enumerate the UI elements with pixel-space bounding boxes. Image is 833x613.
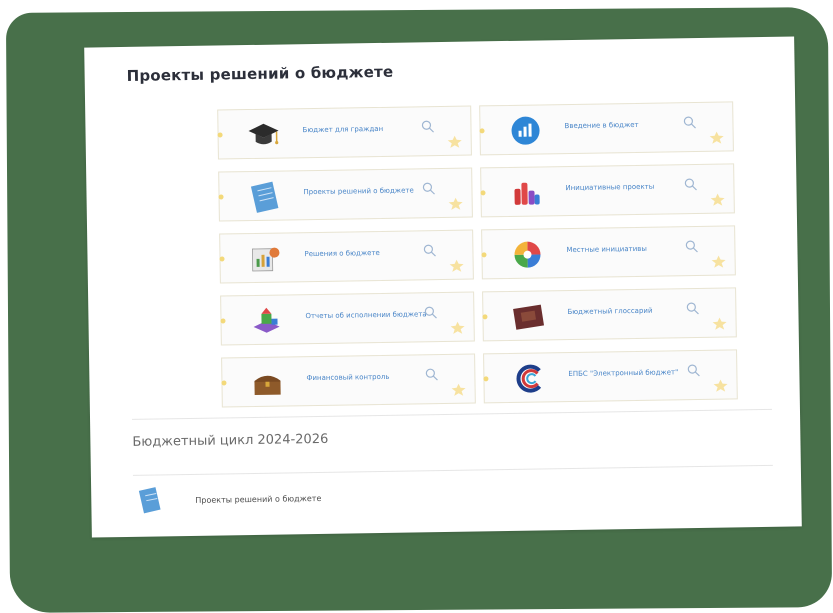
search-icon[interactable] bbox=[424, 367, 438, 381]
card-budget-glossary[interactable]: Бюджетный глоссарий bbox=[482, 287, 737, 342]
card-budget-for-citizens[interactable]: Бюджет для граждан bbox=[217, 105, 472, 160]
card-notch bbox=[218, 194, 224, 200]
search-icon[interactable] bbox=[420, 119, 434, 133]
search-icon[interactable] bbox=[686, 363, 700, 377]
card-notch bbox=[479, 128, 485, 134]
graduation-cap-icon bbox=[248, 123, 279, 145]
card-notch bbox=[483, 376, 489, 382]
card-financial-control[interactable]: Финансовый контроль bbox=[221, 353, 476, 408]
card-notch bbox=[481, 252, 487, 258]
card-electronic-budget[interactable]: ЕПБС "Электронный бюджет" bbox=[483, 349, 738, 404]
charts-folder-icon bbox=[251, 247, 280, 272]
e-budget-logo-icon bbox=[516, 364, 542, 393]
section-divider bbox=[132, 464, 773, 476]
section-divider bbox=[132, 408, 772, 420]
card-notch bbox=[219, 256, 225, 262]
list-item[interactable]: Проекты решений о бюджете bbox=[133, 481, 534, 523]
search-icon[interactable] bbox=[423, 305, 437, 319]
card-budget-execution-reports[interactable]: Отчеты об исполнении бюджета bbox=[220, 291, 475, 346]
book-icon bbox=[513, 304, 545, 330]
bar-chart-circle-icon bbox=[511, 116, 540, 145]
page-sheet: Проекты решений о бюджете Бюджет для гра… bbox=[84, 36, 802, 538]
card-budget-draft-decisions[interactable]: Проекты решений о бюджете bbox=[218, 167, 473, 222]
star-icon[interactable] bbox=[451, 383, 467, 397]
card-notch bbox=[217, 132, 223, 138]
card-budget-intro[interactable]: Введение в бюджет bbox=[479, 101, 734, 156]
star-icon[interactable] bbox=[450, 321, 466, 335]
page-title: Проекты решений о бюджете bbox=[126, 62, 394, 85]
document-icon bbox=[250, 181, 279, 213]
star-icon[interactable] bbox=[712, 317, 728, 331]
star-icon[interactable] bbox=[711, 255, 727, 269]
budget-cycle-title[interactable]: Бюджетный цикл 2024-2026 bbox=[132, 432, 328, 450]
star-icon[interactable] bbox=[710, 193, 726, 207]
search-icon[interactable] bbox=[421, 181, 435, 195]
document-icon bbox=[138, 487, 161, 514]
card-initiative-projects[interactable]: Инициативные проекты bbox=[480, 163, 735, 218]
search-icon[interactable] bbox=[685, 301, 699, 315]
raised-hands-icon bbox=[514, 182, 540, 205]
card-notch bbox=[221, 380, 227, 386]
list-item-label: Проекты решений о бюджете bbox=[195, 493, 322, 505]
colorful-globe-icon bbox=[514, 241, 541, 268]
star-icon[interactable] bbox=[712, 379, 728, 393]
treasure-chest-icon bbox=[254, 375, 281, 395]
card-notch bbox=[220, 318, 226, 324]
card-local-initiatives[interactable]: Местные инициативы bbox=[481, 225, 736, 280]
search-icon[interactable] bbox=[422, 243, 436, 257]
card-notch bbox=[482, 314, 488, 320]
card-budget-decisions[interactable]: Решения о бюджете bbox=[219, 229, 474, 284]
search-icon[interactable] bbox=[683, 177, 697, 191]
star-icon[interactable] bbox=[449, 259, 465, 273]
star-icon[interactable] bbox=[709, 131, 725, 145]
star-icon[interactable] bbox=[448, 197, 464, 211]
card-notch bbox=[480, 190, 486, 196]
search-icon[interactable] bbox=[682, 115, 696, 129]
search-icon[interactable] bbox=[684, 239, 698, 253]
star-icon[interactable] bbox=[447, 135, 463, 149]
stacked-blocks-icon bbox=[253, 307, 280, 333]
